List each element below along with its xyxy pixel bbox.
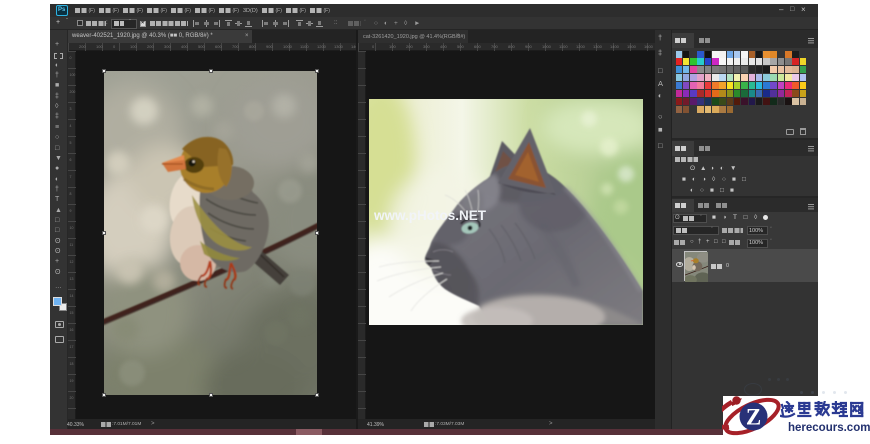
svg-text:Z: Z bbox=[746, 405, 761, 430]
svg-text:www.pHotos.NET: www.pHotos.NET bbox=[373, 208, 487, 223]
